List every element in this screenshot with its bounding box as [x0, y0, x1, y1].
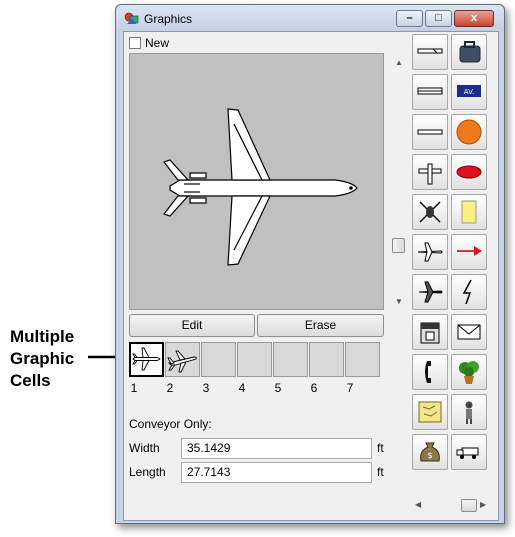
luggage-icon[interactable]: [451, 34, 487, 70]
cell-number-6: 6: [310, 381, 318, 395]
map-icon[interactable]: [412, 394, 448, 430]
width-label: Width: [129, 441, 160, 455]
minimize-icon: –: [406, 12, 413, 24]
graphic-cell-2[interactable]: [165, 342, 200, 377]
scroll-down-icon[interactable]: ▼: [395, 297, 403, 306]
callout-line-1: Multiple: [10, 327, 75, 346]
jet-angled-icon[interactable]: [412, 274, 448, 310]
maximize-icon: □: [435, 12, 442, 24]
scroll-right-icon[interactable]: ▶: [480, 500, 486, 509]
airplane-preview-icon: [163, 108, 358, 266]
title-bar[interactable]: Graphics – □ x: [116, 5, 504, 31]
av-sign-icon[interactable]: AV.: [451, 74, 487, 110]
red-disc-icon[interactable]: [451, 154, 487, 190]
width-field[interactable]: 35.1429: [181, 438, 372, 459]
edit-button[interactable]: Edit: [129, 314, 255, 337]
length-label: Length: [129, 465, 166, 479]
graphic-cell-5[interactable]: [273, 342, 308, 377]
helicopter-icon[interactable]: [412, 194, 448, 230]
telephone-icon[interactable]: [412, 354, 448, 390]
window-title: Graphics: [144, 12, 193, 26]
conveyor-segment-icon[interactable]: [412, 34, 448, 70]
callout-label: Multiple Graphic Cells: [10, 326, 74, 392]
cell-number-5: 5: [274, 381, 282, 395]
cell-number-4: 4: [238, 381, 246, 395]
graphic-cell-6[interactable]: [309, 342, 344, 377]
width-unit: ft: [377, 441, 384, 455]
tram-icon[interactable]: [412, 74, 448, 110]
erase-button[interactable]: Erase: [257, 314, 384, 337]
minimize-button[interactable]: –: [396, 10, 423, 27]
vertical-scroll-thumb[interactable]: [392, 238, 405, 253]
yellow-note-icon[interactable]: [451, 194, 487, 230]
svg-text:$: $: [427, 451, 432, 460]
scroll-left-icon[interactable]: ◀: [415, 500, 421, 509]
length-unit: ft: [377, 465, 384, 479]
airplane-side-view-icon: [167, 350, 197, 373]
airplane-top-view-icon: [132, 347, 161, 371]
preview-vertical-scrollbar[interactable]: ▲ ▼: [390, 53, 408, 310]
cell-number-1: 1: [130, 381, 138, 395]
conveyor-only-heading: Conveyor Only:: [129, 417, 212, 431]
money-bag-icon[interactable]: $: [412, 434, 448, 470]
cell-number-7: 7: [346, 381, 354, 395]
person-icon[interactable]: [451, 394, 487, 430]
graphic-cell-3[interactable]: [201, 342, 236, 377]
graphic-cell-1[interactable]: [129, 342, 164, 377]
close-icon: x: [470, 12, 478, 24]
jet-icon[interactable]: [412, 234, 448, 270]
maximize-button[interactable]: □: [425, 10, 452, 27]
horizontal-scroll-thumb[interactable]: [461, 499, 477, 512]
bar-icon[interactable]: [412, 114, 448, 150]
orange-circle-icon[interactable]: [451, 114, 487, 150]
lightning-icon[interactable]: [451, 274, 487, 310]
graphic-cell-4[interactable]: [237, 342, 272, 377]
graphics-app-icon: [124, 12, 139, 24]
window-client: New ▲ ▼ Edit Erase 1 2 3 4 5 6 7 Conveyo…: [123, 31, 499, 521]
cell-number-2: 2: [166, 381, 174, 395]
svg-text:AV.: AV.: [464, 88, 474, 96]
toolbox-horizontal-scrollbar[interactable]: ◀ ▶: [412, 498, 490, 514]
graphic-cell-7[interactable]: [345, 342, 380, 377]
small-plane-icon[interactable]: [412, 154, 448, 190]
cell-number-3: 3: [202, 381, 210, 395]
callout-line-2: Graphic: [10, 349, 75, 368]
callout-line-3: Cells: [10, 371, 51, 390]
new-checkbox[interactable]: [129, 37, 141, 49]
envelope-icon[interactable]: [451, 314, 487, 350]
red-flag-icon[interactable]: [451, 234, 487, 270]
kiosk-icon[interactable]: [412, 314, 448, 350]
length-field[interactable]: 27.7143: [181, 462, 372, 483]
scroll-up-icon[interactable]: ▲: [395, 58, 403, 67]
close-button[interactable]: x: [454, 10, 494, 27]
truck-icon[interactable]: [451, 434, 487, 470]
graphics-window: Graphics – □ x New ▲ ▼ Edit Erase 1 2 3 …: [115, 4, 505, 524]
potted-plant-icon[interactable]: [451, 354, 487, 390]
graphic-preview[interactable]: [129, 53, 384, 310]
new-checkbox-label: New: [145, 36, 170, 50]
